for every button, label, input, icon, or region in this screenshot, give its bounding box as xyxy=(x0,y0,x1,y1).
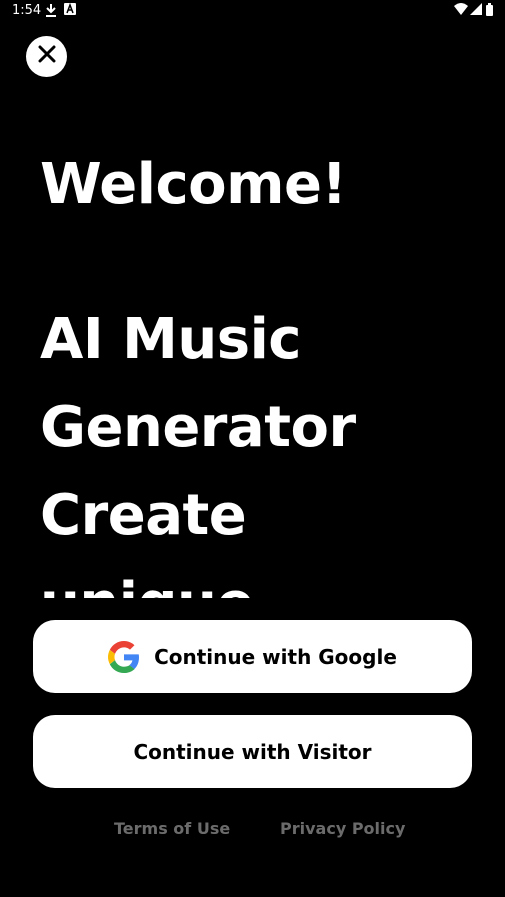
google-button-label: Continue with Google xyxy=(154,644,397,669)
tagline-line: Generator xyxy=(40,395,356,460)
continue-with-google-button[interactable]: Continue with Google xyxy=(33,620,472,693)
privacy-policy-link[interactable]: Privacy Policy xyxy=(280,819,405,838)
signal-icon xyxy=(470,3,482,19)
terms-of-use-link[interactable]: Terms of Use xyxy=(114,819,230,838)
google-icon xyxy=(108,640,140,673)
wifi-icon xyxy=(454,3,468,19)
tagline-line: unique xyxy=(40,560,480,598)
welcome-heading: Welcome! xyxy=(40,152,347,217)
download-icon xyxy=(45,3,57,21)
close-icon xyxy=(38,45,56,68)
battery-icon xyxy=(486,3,493,20)
status-time: 1:54 xyxy=(12,3,42,18)
visitor-button-label: Continue with Visitor xyxy=(133,739,372,764)
scrolling-tagline[interactable]: AI Music Generator Create unique xyxy=(40,296,480,598)
status-bar: 1:54 xyxy=(0,0,505,22)
tagline-line: Create xyxy=(40,483,247,548)
a-icon xyxy=(64,2,76,19)
continue-with-visitor-button[interactable]: Continue with Visitor xyxy=(33,715,472,788)
welcome-heading-container: Welcome! xyxy=(40,150,480,220)
tagline-line: AI Music xyxy=(40,307,302,372)
close-button[interactable] xyxy=(26,36,67,77)
